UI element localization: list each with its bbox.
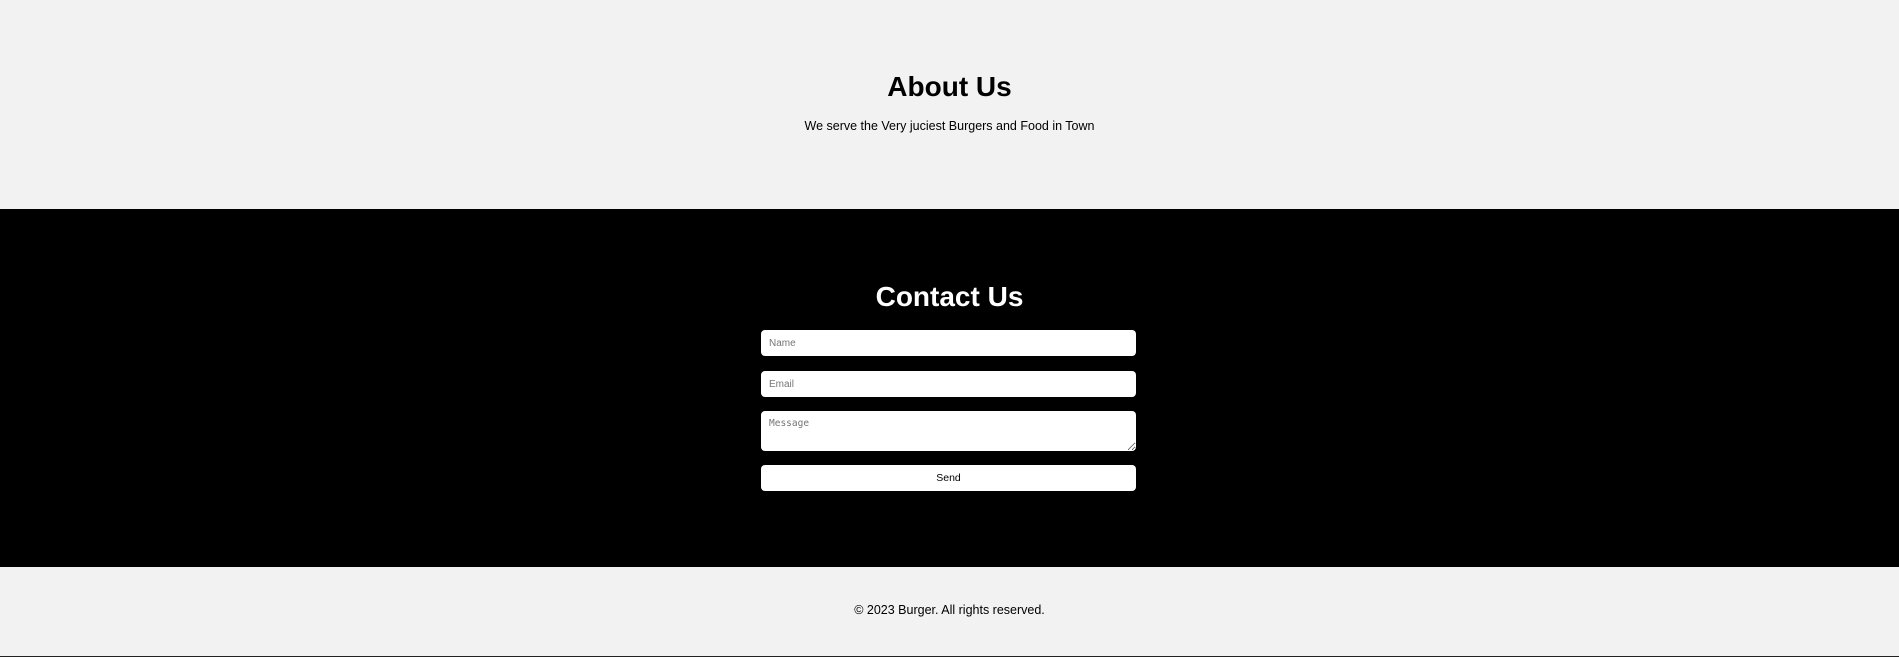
footer: © 2023 Burger. All rights reserved. xyxy=(0,567,1899,657)
about-section: About Us We serve the Very juciest Burge… xyxy=(0,0,1899,209)
footer-copyright: © 2023 Burger. All rights reserved. xyxy=(854,603,1045,617)
name-input[interactable] xyxy=(761,330,1136,356)
about-description: We serve the Very juciest Burgers and Fo… xyxy=(804,119,1095,133)
send-button[interactable]: Send xyxy=(761,465,1136,491)
message-textarea[interactable] xyxy=(761,411,1136,451)
contact-section: Contact Us Send xyxy=(0,209,1899,567)
about-title: About Us xyxy=(887,71,1012,102)
contact-title: Contact Us xyxy=(875,281,1024,312)
email-input[interactable] xyxy=(761,371,1136,397)
